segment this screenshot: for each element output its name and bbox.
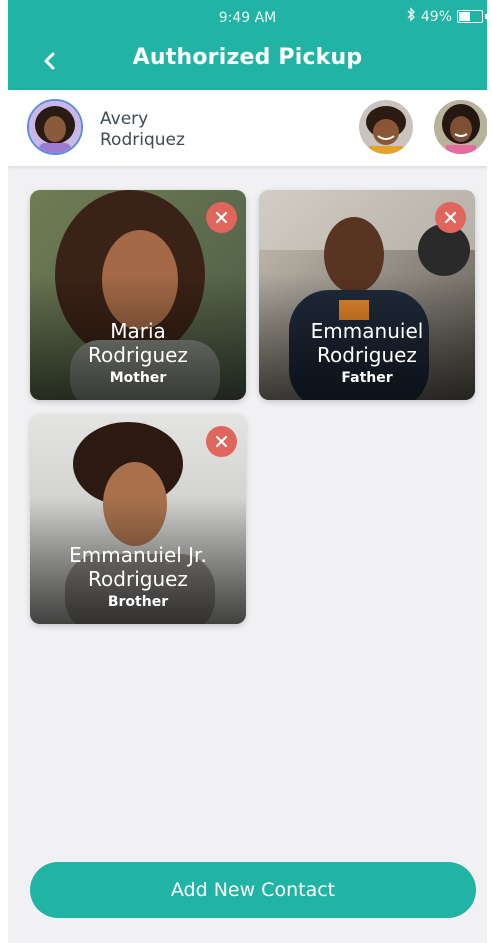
selected-child-avatar[interactable] (27, 99, 83, 155)
contact-card[interactable]: Emmanuiel Rodriguez Father (259, 190, 475, 400)
remove-contact-button[interactable] (206, 202, 237, 233)
contact-relation: Brother (107, 594, 169, 610)
child-last-name: Rodriquez (100, 130, 185, 150)
battery-icon (457, 10, 483, 23)
close-icon (215, 211, 228, 224)
contact-relation: Mother (109, 370, 167, 386)
sibling-avatar[interactable] (434, 100, 487, 154)
contact-name-line1: Emmanuiel Jr. (69, 543, 207, 567)
battery-percent: 49% (420, 8, 452, 25)
sibling-avatar[interactable] (359, 100, 413, 154)
child-first-name: Avery (100, 109, 149, 129)
close-icon (444, 211, 457, 224)
remove-contact-button[interactable] (435, 202, 466, 233)
contact-name-line1: Maria (110, 319, 166, 343)
contact-name-line2: Rodriguez (88, 567, 188, 591)
app-screen: 9:49 AM 49% Authorized Pickup Avery Rodr… (8, 0, 487, 943)
child-name: Avery Rodriquez (100, 109, 185, 151)
remove-contact-button[interactable] (206, 426, 237, 457)
contact-relation: Father (341, 370, 393, 386)
contact-card[interactable]: Emmanuiel Jr. Rodriguez Brother (30, 414, 246, 624)
contact-name-line1: Emmanuiel (310, 319, 424, 343)
bluetooth-icon (407, 7, 416, 26)
contact-name-line2: Rodriguez (317, 343, 417, 367)
contact-card[interactable]: Maria Rodriguez Mother (30, 190, 246, 400)
close-icon (215, 435, 228, 448)
add-new-contact-button[interactable]: Add New Contact (30, 862, 476, 918)
page-title: Authorized Pickup (132, 45, 363, 70)
child-selector: Avery Rodriquez (8, 90, 487, 166)
top-bar: 9:49 AM 49% Authorized Pickup (8, 0, 487, 90)
contact-name-line2: Rodriguez (88, 343, 188, 367)
status-indicators: 49% (407, 7, 487, 26)
